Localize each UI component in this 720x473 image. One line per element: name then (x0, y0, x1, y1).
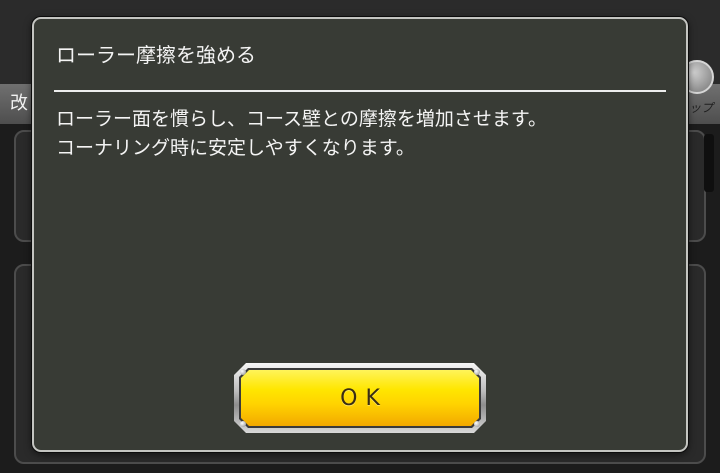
dialog-divider (54, 90, 666, 92)
dialog-title: ローラー摩擦を強める (56, 43, 256, 67)
ok-button-label: OK (340, 385, 388, 411)
ok-button[interactable]: OK (234, 363, 486, 433)
dialog-body-line: コーナリング時に安定しやすくなります。 (56, 137, 415, 159)
dialog-body: ローラー面を慣らし、コース壁との摩擦を増加させます。 コーナリング時に安定しやす… (56, 105, 547, 163)
background-scrollbar (704, 134, 714, 192)
background-tab-label: 改 (10, 93, 28, 114)
background-right-label: ップ (689, 101, 714, 115)
dialog-body-line: ローラー面を慣らし、コース壁との摩擦を増加させます。 (56, 108, 547, 130)
info-dialog: ローラー摩擦を強める ローラー面を慣らし、コース壁との摩擦を増加させます。 コー… (32, 17, 688, 452)
